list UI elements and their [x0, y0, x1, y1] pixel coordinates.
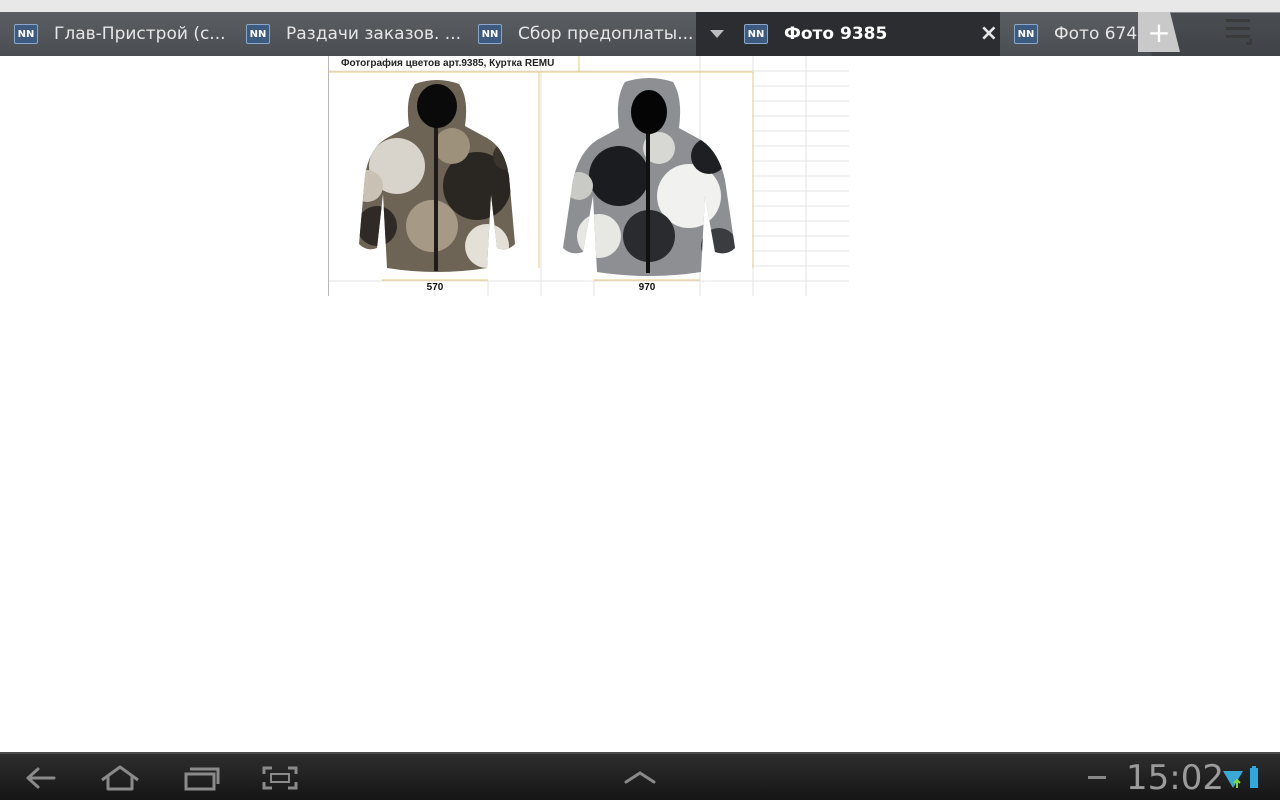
chevron-up-icon[interactable] — [618, 762, 662, 794]
wifi-icon — [1223, 771, 1243, 788]
close-tab-icon[interactable]: × — [980, 23, 998, 45]
screenshot-icon[interactable] — [258, 762, 302, 794]
system-navigation-bar: 15:02 — [0, 752, 1280, 800]
sheet-title: Фотография цветов арт.9385, Куртка REMU — [341, 58, 555, 69]
tab-sbor-predoplaty[interactable]: NN Сбор предоплаты... — [464, 12, 706, 56]
tab-razdachi-zakazov[interactable]: NN Раздачи заказов. ... — [232, 12, 474, 56]
tab-label: Фото 9385 — [784, 24, 888, 44]
tab-label: Глав-Пристрой (с... — [54, 24, 226, 44]
color-code-label: 570 — [426, 282, 444, 293]
site-favicon: NN — [478, 24, 502, 44]
site-favicon: NN — [1014, 24, 1038, 44]
tab-foto-6743[interactable]: NN Фото 6743 — [1000, 12, 1152, 56]
site-favicon: NN — [246, 24, 270, 44]
jacket-photo-grey — [563, 78, 735, 276]
new-tab-button[interactable]: + — [1138, 12, 1180, 52]
menu-icon[interactable] — [1226, 17, 1256, 45]
clock[interactable]: 15:02 — [1126, 758, 1224, 798]
tab-label: Фото 6743 — [1054, 24, 1149, 44]
battery-icon — [1250, 766, 1258, 788]
jacket-photo-brown — [359, 80, 515, 272]
tab-dropdown-icon[interactable] — [710, 30, 724, 38]
home-icon[interactable] — [98, 762, 142, 794]
recent-apps-icon[interactable] — [180, 762, 224, 794]
status-strip — [0, 0, 1280, 12]
tab-label: Раздачи заказов. ... — [286, 24, 461, 44]
notification-dash-icon[interactable] — [1088, 776, 1106, 779]
site-favicon: NN — [744, 24, 768, 44]
spreadsheet-image: Фотография цветов арт.9385, Куртка REMU — [328, 56, 849, 296]
tab-glav-pristroy[interactable]: NN Глав-Пристрой (с... — [0, 12, 242, 56]
back-icon[interactable] — [20, 762, 64, 794]
site-favicon: NN — [14, 24, 38, 44]
tab-foto-9385[interactable]: NN Фото 9385 × — [696, 12, 1010, 56]
tab-label: Сбор предоплаты... — [518, 24, 694, 44]
color-code-label: 970 — [638, 282, 656, 293]
browser-tab-bar: NN Глав-Пристрой (с... NN Раздачи заказо… — [0, 0, 1280, 56]
